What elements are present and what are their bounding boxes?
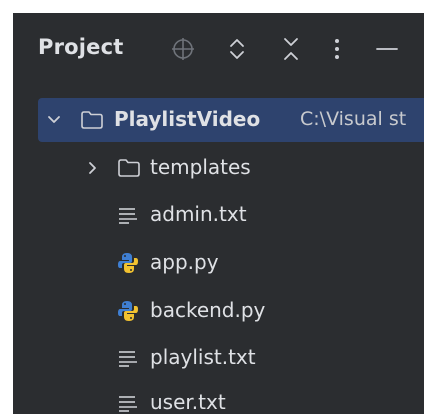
folder-icon: [118, 159, 140, 177]
panel-title: Project: [38, 35, 124, 59]
tree-item-templates[interactable]: templates: [13, 146, 424, 190]
tree-item-backend-py[interactable]: backend.py: [13, 289, 424, 333]
item-label: user.txt: [150, 390, 226, 414]
tree-item-playlist-txt[interactable]: playlist.txt: [13, 336, 424, 380]
python-file-icon: [118, 253, 138, 273]
item-label: playlist.txt: [150, 345, 256, 369]
crosshair-icon[interactable]: [169, 35, 197, 63]
text-file-icon: [119, 396, 137, 412]
item-label: templates: [150, 155, 251, 179]
chevron-down-icon[interactable]: [46, 112, 62, 128]
item-label: admin.txt: [150, 202, 247, 226]
screenshot-frame: Project PlaylistVideo C:\Visual st templ…: [0, 0, 424, 414]
expand-all-icon[interactable]: [223, 35, 251, 63]
item-label: backend.py: [150, 298, 266, 322]
project-path: C:\Visual st: [300, 108, 407, 130]
project-tool-window: Project PlaylistVideo C:\Visual st templ…: [13, 13, 424, 414]
text-file-icon: [119, 351, 137, 367]
python-file-icon: [118, 301, 138, 321]
project-name: PlaylistVideo: [114, 107, 261, 131]
tree-item-user-txt[interactable]: user.txt: [13, 381, 424, 414]
tree-item-admin-txt[interactable]: admin.txt: [13, 193, 424, 237]
minimize-icon[interactable]: [373, 35, 401, 63]
tree-root-playlistvideo[interactable]: PlaylistVideo C:\Visual st: [38, 98, 424, 142]
tree-item-app-py[interactable]: app.py: [13, 241, 424, 285]
tool-window-header: Project: [13, 13, 424, 85]
folder-icon: [81, 111, 103, 129]
item-label: app.py: [150, 250, 219, 274]
collapse-all-icon[interactable]: [277, 35, 305, 63]
more-options-icon[interactable]: [329, 35, 345, 63]
text-file-icon: [119, 208, 137, 224]
chevron-right-icon[interactable]: [85, 160, 101, 176]
